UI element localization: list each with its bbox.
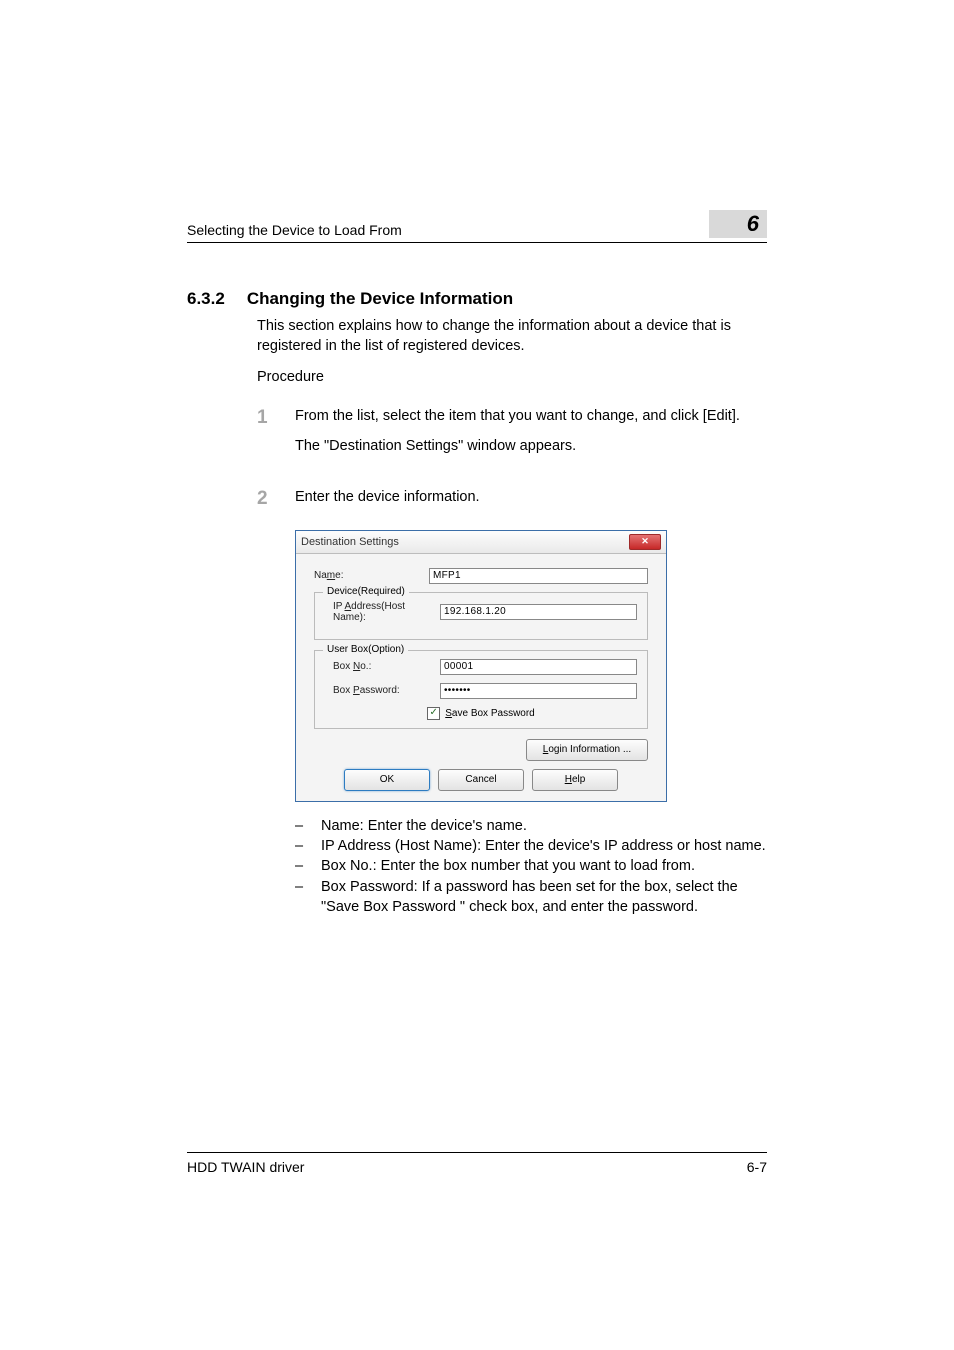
chapter-number: 6 (747, 211, 759, 237)
bullet-text: Box Password: If a password has been set… (321, 877, 767, 918)
dialog-body: Name: Device(Required) IP Address(Host N… (296, 554, 666, 801)
section-intro: This section explains how to change the … (257, 317, 767, 356)
bullet-item: – Box Password: If a password has been s… (295, 877, 767, 918)
boxpw-row: Box Password: (325, 683, 637, 699)
step-body: From the list, select the item that you … (295, 407, 740, 466)
help-button[interactable]: Help (532, 769, 618, 791)
boxpw-label: Box Password: (325, 685, 440, 696)
dialog-title: Destination Settings (301, 536, 399, 548)
save-password-label: Save Box Password (445, 708, 535, 719)
bullet-text: Box No.: Enter the box number that you w… (321, 856, 695, 876)
bullet-text: Name: Enter the device's name. (321, 816, 527, 836)
step-body: Enter the device information. (295, 488, 480, 518)
name-row: Name: (314, 568, 648, 584)
close-icon: ✕ (641, 536, 649, 547)
bullet-text: IP Address (Host Name): Enter the device… (321, 836, 766, 856)
step-line: Enter the device information. (295, 488, 480, 508)
dash-icon: – (295, 856, 307, 876)
procedure-label: Procedure (257, 369, 767, 385)
close-button[interactable]: ✕ (629, 534, 661, 550)
ip-address-field[interactable] (440, 604, 637, 620)
save-password-row: ✓ Save Box Password (325, 707, 637, 720)
destination-settings-dialog: Destination Settings ✕ Name: Device(Requ… (295, 530, 667, 802)
box-no-field[interactable] (440, 659, 637, 675)
step-number: 1 (257, 407, 273, 466)
login-button-row: Login Information ... (314, 739, 648, 761)
device-group-legend: Device(Required) (323, 586, 409, 597)
step-line: From the list, select the item that you … (295, 407, 740, 427)
bullet-item: – Name: Enter the device's name. (295, 816, 767, 836)
page-footer: HDD TWAIN driver 6-7 (187, 1152, 767, 1175)
dialog-titlebar: Destination Settings ✕ (296, 531, 666, 554)
footer-left: HDD TWAIN driver (187, 1159, 304, 1175)
step-line: The "Destination Settings" window appear… (295, 437, 740, 457)
userbox-group-legend: User Box(Option) (323, 644, 408, 655)
header-text: Selecting the Device to Load From (187, 222, 402, 238)
cancel-button[interactable]: Cancel (438, 769, 524, 791)
save-password-checkbox[interactable]: ✓ (427, 707, 440, 720)
bullet-item: – IP Address (Host Name): Enter the devi… (295, 836, 767, 856)
boxno-label: Box No.: (325, 661, 440, 672)
dialog-button-row: OK Cancel Help (314, 769, 648, 791)
dash-icon: – (295, 877, 307, 918)
dash-icon: – (295, 816, 307, 836)
step-number: 2 (257, 488, 273, 518)
section-heading: 6.3.2 Changing the Device Information (187, 289, 767, 309)
section-title: Changing the Device Information (247, 289, 513, 309)
ip-label: IP Address(Host Name): (325, 601, 440, 623)
page-header: Selecting the Device to Load From 6 (187, 210, 767, 243)
user-box-group: User Box(Option) Box No.: Box Password: … (314, 650, 648, 729)
field-descriptions: – Name: Enter the device's name. – IP Ad… (295, 816, 767, 917)
ip-row: IP Address(Host Name): (325, 601, 637, 623)
ok-button[interactable]: OK (344, 769, 430, 791)
name-field[interactable] (429, 568, 648, 584)
box-password-field[interactable] (440, 683, 637, 699)
page-number: 6-7 (747, 1159, 767, 1175)
device-required-group: Device(Required) IP Address(Host Name): (314, 592, 648, 640)
boxno-row: Box No.: (325, 659, 637, 675)
name-label: Name: (314, 570, 429, 581)
dash-icon: – (295, 836, 307, 856)
login-information-button[interactable]: Login Information ... (526, 739, 648, 761)
step-2: 2 Enter the device information. (257, 488, 767, 518)
step-1: 1 From the list, select the item that yo… (257, 407, 767, 466)
section-number: 6.3.2 (187, 289, 225, 309)
bullet-item: – Box No.: Enter the box number that you… (295, 856, 767, 876)
chapter-badge: 6 (709, 210, 767, 238)
